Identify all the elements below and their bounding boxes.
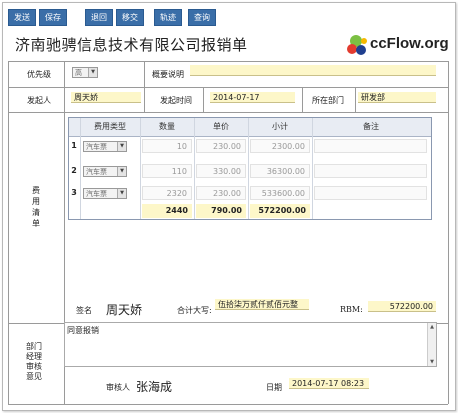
qty-cell[interactable]: 2320 [142,186,192,200]
total-qty: 2440 [142,204,192,218]
start-time-label: 发起时间 [160,96,192,105]
grid-divider [312,118,313,219]
expense-type-select[interactable]: 汽车票 ▼ [83,141,127,152]
total-subtotal: 572200.00 [250,204,310,218]
summary-input[interactable] [190,65,436,76]
reviewer-value: 张海成 [136,380,173,394]
scroll-up-icon[interactable]: ▲ [428,323,436,331]
qty-cell[interactable]: 110 [142,164,192,178]
col-header-note: 备注 [363,122,379,131]
start-time-input[interactable]: 2014-07-17 [210,92,295,103]
priority-label: 优先级 [27,70,51,79]
track-button[interactable]: 轨迹 [154,9,182,26]
expense-type-select[interactable]: 汽车票 ▼ [83,166,127,177]
divider [8,61,448,62]
expense-type-select[interactable]: 汽车票 ▼ [83,188,127,199]
grid-divider [80,118,81,219]
chevron-down-icon: ▼ [88,68,97,77]
date-field: 2014-07-17 08:23 [289,378,369,389]
review-textarea[interactable]: 同意报销 ▲ ▼ [64,322,437,367]
page-title: 济南驰骋信息技术有限公司报销单 [15,36,248,54]
grid-divider [140,118,141,219]
price-cell[interactable]: 330.00 [196,164,246,178]
priority-value: 高 [75,69,82,77]
subtotal-cell: 36300.00 [250,164,310,178]
initiator-label: 发起人 [27,96,51,105]
subtotal-cell: 533600.00 [250,186,310,200]
review-text: 同意报销 [67,326,99,335]
date-label: 日期 [266,383,282,392]
expense-type-value: 汽车票 [86,168,107,176]
divider [355,87,356,112]
chevron-down-icon: ▼ [117,142,126,151]
review-section-label: 部门经理审核意见 [26,342,42,381]
divider [302,87,303,112]
divider [8,112,448,113]
rmb-field: 572200.00 [368,301,436,312]
total-price: 790.00 [196,204,246,218]
row-number: 1 [71,141,77,150]
divider [448,61,449,404]
summary-label: 概要说明 [152,70,184,79]
upper-amount-label: 合计大写: [177,306,212,315]
scrollbar[interactable]: ▲ ▼ [427,323,436,366]
col-header-qty: 数量 [159,122,175,131]
sign-value: 周天娇 [106,303,143,317]
save-button[interactable]: 保存 [39,9,67,26]
price-cell[interactable]: 230.00 [196,186,246,200]
divider [8,87,448,88]
transfer-button[interactable]: 移交 [116,9,144,26]
chevron-down-icon: ▼ [117,167,126,176]
priority-select[interactable]: 高 ▼ [72,67,98,78]
col-header-price: 单价 [213,122,229,131]
return-button[interactable]: 退回 [85,9,113,26]
grid-divider [248,118,249,219]
reviewer-label: 审核人 [106,383,130,392]
chevron-down-icon: ▼ [117,189,126,198]
col-header-subtotal: 小计 [272,122,288,131]
sign-label: 签名 [76,306,92,315]
send-button[interactable]: 发送 [8,9,36,26]
divider [144,87,145,112]
col-header-type: 费用类型 [94,122,126,131]
row-number: 3 [71,188,77,197]
logo-text: ccFlow.org [370,35,449,52]
divider [144,61,145,87]
qty-cell[interactable]: 10 [142,139,192,153]
ccflow-logo-icon [347,35,367,55]
expense-type-value: 汽车票 [86,143,107,151]
note-cell[interactable] [314,139,427,153]
divider [8,404,448,405]
divider [203,87,204,112]
scroll-down-icon[interactable]: ▼ [428,358,436,366]
subtotal-cell: 2300.00 [250,139,310,153]
expense-grid: 费用类型 数量 单价 小计 备注 1 汽车票 ▼ 10 230.00 2300.… [68,117,432,220]
dept-label: 所在部门 [312,96,344,105]
divider [8,61,9,404]
logo: ccFlow.org [345,31,449,59]
initiator-input[interactable]: 周天娇 [71,92,141,103]
note-cell[interactable] [314,164,427,178]
upper-amount-field: 伍拾柒万贰仟贰佰元整 [215,299,309,310]
grid-divider [194,118,195,219]
expense-section-label: 费用清单 [32,186,40,228]
query-button[interactable]: 查询 [188,9,216,26]
row-number: 2 [71,166,77,175]
dept-input[interactable]: 研发部 [358,92,436,103]
rmb-label: RBM: [340,305,363,314]
note-cell[interactable] [314,186,427,200]
price-cell[interactable]: 230.00 [196,139,246,153]
expense-type-value: 汽车票 [86,190,107,198]
